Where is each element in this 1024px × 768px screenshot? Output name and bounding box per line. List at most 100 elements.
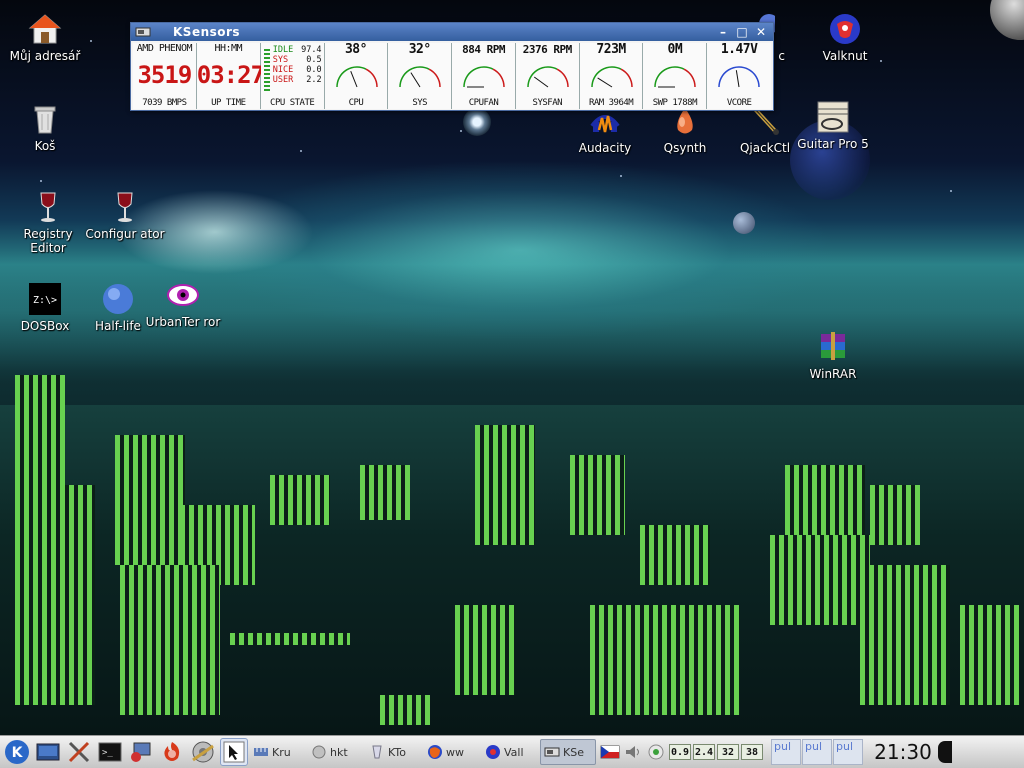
volume-icon[interactable] [623, 743, 643, 761]
uptime-label: UP TIME [211, 98, 246, 108]
desktop-icon-label: Můj adresář [9, 49, 81, 63]
kto-icon [369, 744, 385, 760]
gauge-needle [349, 71, 358, 88]
media-launcher[interactable] [189, 738, 217, 766]
pager-desktop-3[interactable]: pul [833, 739, 863, 765]
ksensors-task-icon [544, 744, 560, 760]
network-launcher[interactable] [127, 738, 155, 766]
gauge-panel-sys[interactable]: 32° SYS [388, 42, 453, 109]
desktop-icon-qsynth[interactable]: Qsynth [645, 104, 725, 155]
firefox-icon [427, 744, 443, 760]
cpu-clock-value: 3519 [137, 61, 192, 89]
window-title: KSensors [173, 25, 241, 39]
pointer-launcher[interactable] [220, 738, 248, 766]
desktop-icon-trash[interactable]: Koš [5, 102, 85, 153]
desktop-icon-urban-terror[interactable]: UrbanTer ror [143, 278, 223, 329]
clock[interactable]: 21:30 [870, 740, 936, 764]
network-tray-icon[interactable] [646, 743, 666, 761]
gauge-label: VCORE [726, 98, 752, 108]
task-label: hkt [330, 745, 348, 759]
gauge-arc [365, 68, 378, 88]
ksensors-panels: AMD PHENOM 3519 7039 BMPS HH:MM 03:27 UP… [131, 41, 773, 109]
maximize-button[interactable]: □ [735, 25, 749, 39]
keyboard-layout-icon[interactable] [600, 743, 620, 761]
desktop-icon-guitar-pro[interactable]: Guitar Pro 5 [793, 100, 873, 151]
tools-launcher[interactable] [65, 738, 93, 766]
cpu-state-rows: IDLE 97.4 SYS 0.5 NICE 0.0 USER 2.2 [273, 45, 322, 91]
winrar-icon [816, 330, 850, 364]
uptime-format-label: HH:MM [214, 43, 243, 54]
show-desktop-button[interactable] [34, 738, 62, 766]
desktop-icon-label: Audacity [578, 141, 632, 155]
half-life-icon [101, 282, 135, 316]
gauge-needle [410, 72, 421, 88]
cpu-state-value: 0.5 [306, 55, 322, 65]
task-label: KTo [388, 745, 406, 759]
pager-desktop-1[interactable]: pul [771, 739, 801, 765]
gauge-needle [597, 77, 612, 88]
gauge-value: 2376 RPM [522, 43, 572, 56]
svg-text:Z:\>: Z:\> [33, 295, 57, 306]
task-ksensors[interactable]: KSe [540, 739, 596, 765]
desktop-icon-registry-editor[interactable]: Registry Editor [8, 190, 88, 255]
cpu-state-key: USER [272, 75, 294, 85]
guitar-pro-icon [816, 100, 850, 134]
ksensors-window[interactable]: KSensors – □ ✕ AMD PHENOM 3519 7039 BMPS… [130, 22, 774, 111]
desktop-icon-audacity[interactable]: Audacity [565, 104, 645, 155]
gauge-panel-sysfan[interactable]: 2376 RPM SYSFAN [515, 43, 580, 109]
gauge-value: 38° [344, 42, 367, 57]
cpu-state-row: NICE 0.0 [273, 65, 322, 75]
desktop-icon-winrar[interactable]: WinRAR [793, 330, 873, 381]
task-valknut[interactable]: Vall [482, 739, 538, 765]
desktop-icon-my-home[interactable]: Můj adresář [5, 12, 85, 63]
gauge-value: 884 RPM [462, 43, 505, 56]
gauge-arc [718, 66, 749, 88]
ksensors-app-icon[interactable] [135, 26, 151, 38]
pointer-icon [223, 741, 245, 763]
task-label: KSe [563, 745, 584, 759]
task-kto[interactable]: KTo [366, 739, 422, 765]
gauge-dial [463, 66, 505, 88]
cpu-state-row: SYS 0.5 [273, 55, 322, 65]
kde-menu-button[interactable]: K [3, 738, 31, 766]
gauge-arc [492, 68, 505, 88]
task-kruler[interactable]: Kru [250, 739, 306, 765]
desktop-icon-valknut[interactable]: Valknut [805, 12, 885, 63]
gauge-panel-swap[interactable]: 0M SWP 1788M [643, 43, 708, 109]
cpu-state-value: 2.2 [306, 75, 322, 85]
uptime-panel[interactable]: HH:MM 03:27 UP TIME [196, 43, 265, 109]
desktop-icon-configurator[interactable]: Configur ator [85, 190, 165, 241]
cpu-monitor-value: 38 [741, 744, 763, 760]
cpu-bogomips-label: 7039 BMPS [142, 98, 187, 108]
minimize-button[interactable]: – [716, 25, 730, 39]
gauge-panel-ram[interactable]: 723M RAM 3964M [579, 43, 644, 109]
gauge-panel-vcore[interactable]: 1.47V VCORE [707, 43, 772, 109]
desktop-icon-label: Configur ator [85, 227, 165, 241]
gauge-value: 32° [408, 42, 431, 57]
firefox-launcher[interactable] [158, 738, 186, 766]
home-icon [28, 12, 62, 46]
cpu-state-panel[interactable]: IDLE 97.4 SYS 0.5 NICE 0.0 USER 2.2 CPU STAT… [260, 43, 325, 109]
gauge-panel-cpufan[interactable]: 884 RPM CPUFAN [452, 43, 516, 109]
gauge-arc [527, 66, 558, 88]
ksensors-titlebar[interactable]: KSensors – □ ✕ [131, 23, 773, 41]
gauge-panel-cpu[interactable]: 38° CPU [324, 42, 389, 109]
cpu-model-label: AMD PHENOM [136, 43, 193, 54]
valknut-icon [828, 12, 862, 46]
cpu-clock-panel[interactable]: AMD PHENOM 3519 7039 BMPS [133, 43, 197, 109]
taskbar: K >_ Kru hkt KTo ww Vall KSe 0.9 2.4 32 … [0, 735, 1024, 768]
desktop-icon-dosbox[interactable]: Z:\> DOSBox [5, 282, 85, 333]
desktop-icon-label: Registry Editor [23, 227, 73, 255]
close-button[interactable]: ✕ [754, 25, 768, 39]
gauge-arc [463, 66, 494, 88]
gauge-dial [399, 66, 442, 88]
cpu-state-value: 0.0 [306, 65, 322, 75]
cpu-state-label: CPU STATE [270, 98, 315, 108]
terminal-launcher[interactable]: >_ [96, 738, 124, 766]
panel-hide-button[interactable] [938, 741, 952, 763]
cpu-state-key: SYS [272, 55, 289, 65]
task-hk[interactable]: hkt [308, 739, 364, 765]
cpu-state-row: USER 2.2 [273, 75, 322, 85]
task-firefox[interactable]: ww [424, 739, 480, 765]
pager-desktop-2[interactable]: pul [802, 739, 832, 765]
